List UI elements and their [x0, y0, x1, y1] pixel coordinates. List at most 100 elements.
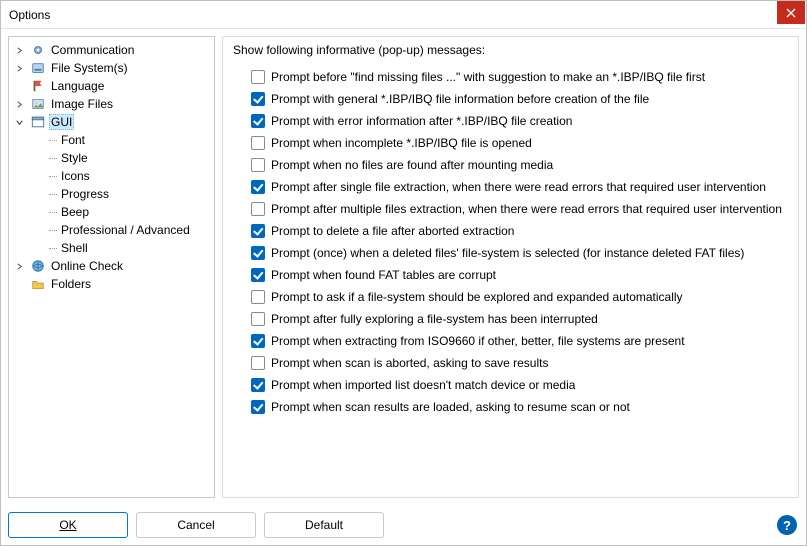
checkbox-label[interactable]: Prompt when scan is aborted, asking to s…	[271, 356, 548, 370]
group-title: Show following informative (pop-up) mess…	[233, 43, 788, 57]
tree-item-online[interactable]: Online Check	[11, 257, 212, 275]
checkbox-label[interactable]: Prompt before "find missing files ..." w…	[271, 70, 705, 84]
checkbox[interactable]	[251, 158, 265, 172]
tree-item-label: Language	[49, 79, 106, 93]
tree-item-label: Style	[59, 151, 90, 165]
checkbox[interactable]	[251, 246, 265, 260]
checkbox[interactable]	[251, 136, 265, 150]
option-row: Prompt when found FAT tables are corrupt	[251, 265, 788, 285]
tree-item-progress[interactable]: Progress	[11, 185, 212, 203]
option-row: Prompt when no files are found after mou…	[251, 155, 788, 175]
option-row: Prompt after single file extraction, whe…	[251, 177, 788, 197]
option-row: Prompt with error information after *.IB…	[251, 111, 788, 131]
help-icon: ?	[783, 518, 791, 533]
checkbox-label[interactable]: Prompt after multiple files extraction, …	[271, 202, 782, 216]
option-row: Prompt to ask if a file-system should be…	[251, 287, 788, 307]
tree-item-language[interactable]: Language	[11, 77, 212, 95]
checkbox-label[interactable]: Prompt after single file extraction, whe…	[271, 180, 766, 194]
option-row: Prompt when scan results are loaded, ask…	[251, 397, 788, 417]
option-row: Prompt after fully exploring a file-syst…	[251, 309, 788, 329]
flag-icon	[30, 78, 46, 94]
chevron-down-icon[interactable]	[15, 118, 27, 127]
checkbox-label[interactable]: Prompt when found FAT tables are corrupt	[271, 268, 496, 282]
tree-item-filesystems[interactable]: File System(s)	[11, 59, 212, 77]
checkbox-list: Prompt before "find missing files ..." w…	[233, 67, 788, 417]
close-icon	[786, 8, 796, 18]
option-row: Prompt when imported list doesn't match …	[251, 375, 788, 395]
globe-icon	[30, 258, 46, 274]
checkbox-label[interactable]: Prompt to ask if a file-system should be…	[271, 290, 683, 304]
checkbox[interactable]	[251, 290, 265, 304]
checkbox[interactable]	[251, 70, 265, 84]
option-row: Prompt when incomplete *.IBP/IBQ file is…	[251, 133, 788, 153]
body: CommunicationFile System(s) Language Imag…	[1, 29, 806, 505]
tree-item-imagefiles[interactable]: Image Files	[11, 95, 212, 113]
chevron-right-icon[interactable]	[15, 64, 27, 73]
folder-icon	[30, 276, 46, 292]
tree-item-pro[interactable]: Professional / Advanced	[11, 221, 212, 239]
options-window: Options CommunicationFile System(s) Lang…	[0, 0, 807, 546]
tree-item-label: Folders	[49, 277, 93, 291]
checkbox[interactable]	[251, 180, 265, 194]
option-row: Prompt before "find missing files ..." w…	[251, 67, 788, 87]
window-icon	[30, 114, 46, 130]
chevron-right-icon[interactable]	[15, 46, 27, 55]
checkbox[interactable]	[251, 268, 265, 282]
checkbox[interactable]	[251, 400, 265, 414]
tree-item-label: Beep	[59, 205, 91, 219]
default-button[interactable]: Default	[264, 512, 384, 538]
checkbox-label[interactable]: Prompt (once) when a deleted files' file…	[271, 246, 744, 260]
option-row: Prompt when extracting from ISO9660 if o…	[251, 331, 788, 351]
checkbox-label[interactable]: Prompt to delete a file after aborted ex…	[271, 224, 514, 238]
checkbox[interactable]	[251, 224, 265, 238]
option-row: Prompt when scan is aborted, asking to s…	[251, 353, 788, 373]
gear-icon	[30, 42, 46, 58]
disk-icon	[30, 60, 46, 76]
checkbox-label[interactable]: Prompt when incomplete *.IBP/IBQ file is…	[271, 136, 532, 150]
close-button[interactable]	[777, 1, 805, 24]
settings-panel: Show following informative (pop-up) mess…	[222, 36, 799, 498]
tree-item-gui[interactable]: GUI	[11, 113, 212, 131]
nav-tree[interactable]: CommunicationFile System(s) Language Imag…	[8, 36, 215, 498]
cancel-button[interactable]: Cancel	[136, 512, 256, 538]
checkbox[interactable]	[251, 202, 265, 216]
checkbox[interactable]	[251, 378, 265, 392]
chevron-right-icon[interactable]	[15, 100, 27, 109]
checkbox-label[interactable]: Prompt with general *.IBP/IBQ file infor…	[271, 92, 649, 106]
image-icon	[30, 96, 46, 112]
checkbox-label[interactable]: Prompt when scan results are loaded, ask…	[271, 400, 630, 414]
checkbox-label[interactable]: Prompt with error information after *.IB…	[271, 114, 572, 128]
tree-item-folders[interactable]: Folders	[11, 275, 212, 293]
window-title: Options	[9, 8, 50, 22]
checkbox[interactable]	[251, 356, 265, 370]
checkbox[interactable]	[251, 92, 265, 106]
checkbox-label[interactable]: Prompt when extracting from ISO9660 if o…	[271, 334, 685, 348]
tree-item-style[interactable]: Style	[11, 149, 212, 167]
ok-label: OK	[59, 518, 76, 532]
tree-item-label: Online Check	[49, 259, 125, 273]
checkbox-label[interactable]: Prompt after fully exploring a file-syst…	[271, 312, 598, 326]
titlebar: Options	[1, 1, 806, 29]
tree-item-shell[interactable]: Shell	[11, 239, 212, 257]
option-row: Prompt to delete a file after aborted ex…	[251, 221, 788, 241]
option-row: Prompt with general *.IBP/IBQ file infor…	[251, 89, 788, 109]
chevron-right-icon[interactable]	[15, 262, 27, 271]
checkbox[interactable]	[251, 312, 265, 326]
checkbox-label[interactable]: Prompt when no files are found after mou…	[271, 158, 553, 172]
tree-item-icons[interactable]: Icons	[11, 167, 212, 185]
option-row: Prompt (once) when a deleted files' file…	[251, 243, 788, 263]
tree-item-label: GUI	[49, 114, 74, 130]
tree-item-label: Image Files	[49, 97, 115, 111]
checkbox-label[interactable]: Prompt when imported list doesn't match …	[271, 378, 575, 392]
tree-item-beep[interactable]: Beep	[11, 203, 212, 221]
help-button[interactable]: ?	[777, 515, 797, 535]
checkbox[interactable]	[251, 114, 265, 128]
option-row: Prompt after multiple files extraction, …	[251, 199, 788, 219]
footer: OK Cancel Default ?	[1, 505, 806, 545]
checkbox[interactable]	[251, 334, 265, 348]
tree-item-font[interactable]: Font	[11, 131, 212, 149]
tree-item-label: Font	[59, 133, 87, 147]
ok-button[interactable]: OK	[8, 512, 128, 538]
tree-item-communication[interactable]: Communication	[11, 41, 212, 59]
tree-item-label: Professional / Advanced	[59, 223, 192, 237]
